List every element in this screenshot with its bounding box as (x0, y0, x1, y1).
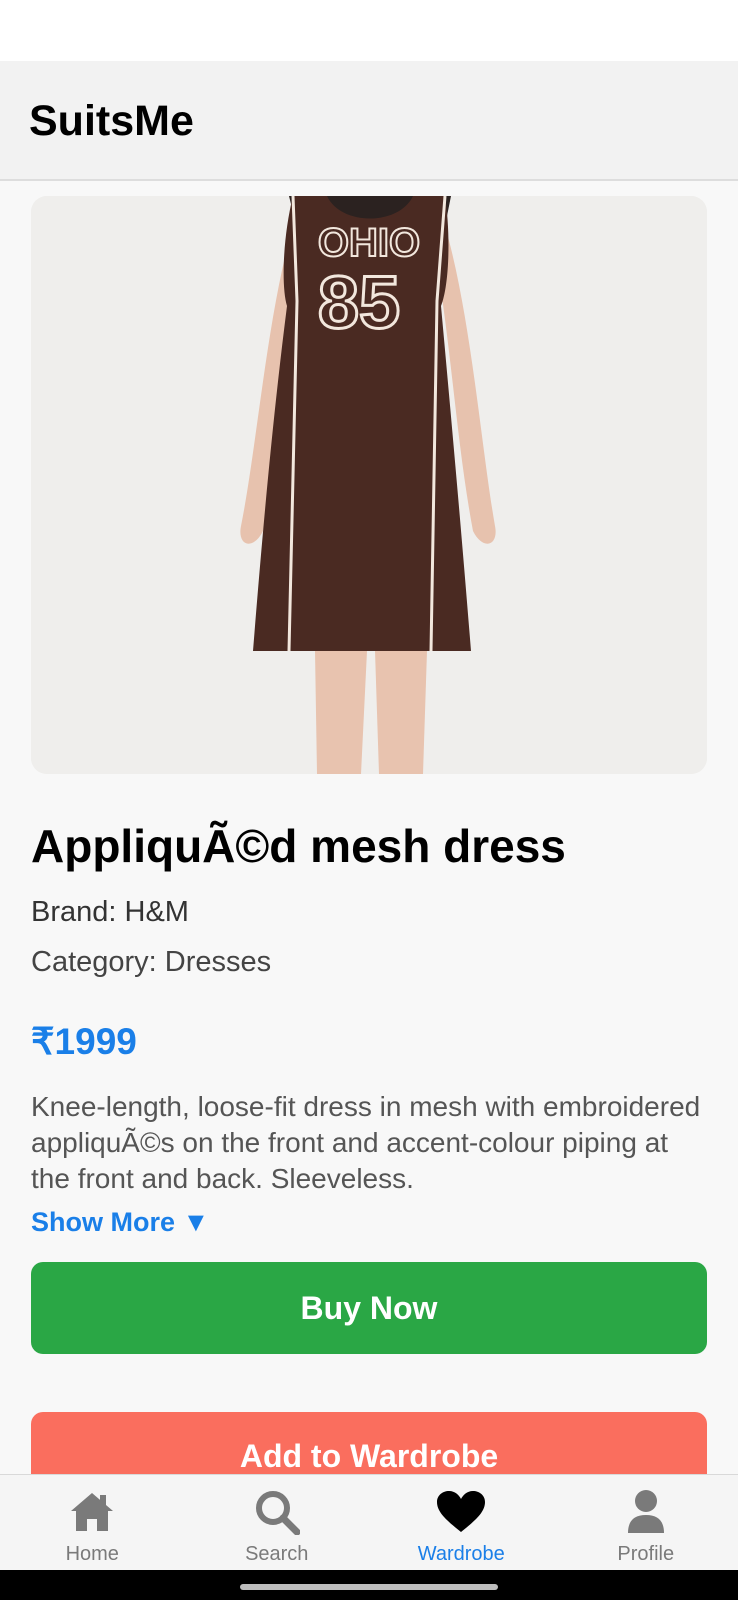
tab-profile-label: Profile (617, 1543, 675, 1565)
tab-search[interactable]: Search (185, 1475, 370, 1570)
product-category: Category: Dresses (31, 946, 272, 978)
tab-wardrobe[interactable]: Wardrobe (369, 1475, 554, 1570)
home-icon (67, 1489, 117, 1535)
tab-wardrobe-label: Wardrobe (417, 1543, 505, 1565)
show-more-link[interactable]: Show More ▼ (31, 1207, 209, 1238)
app-header: SuitsMe (0, 61, 738, 181)
product-description: Knee-length, loose-fit dress in mesh wit… (31, 1091, 701, 1194)
dress-print-top: OHIO (318, 221, 420, 265)
home-indicator[interactable] (240, 1584, 498, 1590)
tab-search-label: Search (245, 1543, 309, 1565)
product-price: ₹1999 (31, 1021, 137, 1062)
product-title: AppliquÃ©d mesh dress (31, 820, 566, 872)
app-title: SuitsMe (29, 97, 194, 145)
add-to-wardrobe-button[interactable]: Add to Wardrobe (31, 1412, 707, 1474)
tab-home[interactable]: Home (0, 1475, 185, 1570)
tab-home-label: Home (65, 1543, 119, 1565)
bottom-tab-bar: Home Search Wardrobe Profile (0, 1474, 738, 1570)
status-bar (0, 0, 738, 61)
tab-profile[interactable]: Profile (554, 1475, 738, 1570)
product-brand: Brand: H&M (31, 896, 189, 928)
search-icon (252, 1489, 302, 1535)
product-detail-scroll[interactable]: OHIO 85 AppliquÃ©d mesh dress Brand: H&M… (0, 181, 738, 1474)
dress-print-number: 85 (318, 261, 400, 344)
product-image: OHIO 85 (31, 196, 707, 774)
user-icon (621, 1489, 671, 1535)
buy-now-button[interactable]: Buy Now (31, 1262, 707, 1354)
heart-icon (436, 1489, 486, 1535)
